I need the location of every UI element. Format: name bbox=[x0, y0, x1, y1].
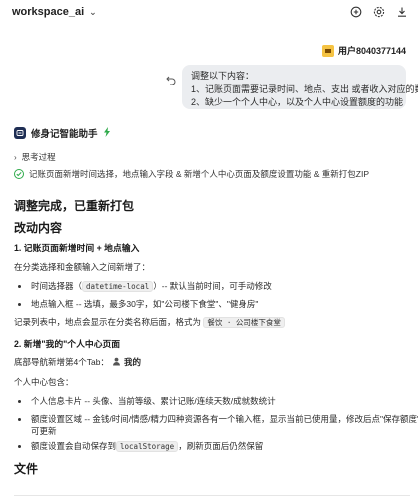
paragraph: 底部导航新增第4个Tab： 我的 bbox=[14, 356, 141, 368]
list-item: 个人信息卡片 -- 头像、当前等级、累计记账/连续天数/成就数统计 bbox=[14, 395, 276, 407]
workspace-selector[interactable]: workspace_ai ⌄ bbox=[12, 6, 97, 18]
user-message-bubble: 调整以下内容： 1、记账页面需要记录时间、地点、支出 或者收入对应的数目 2、缺… bbox=[182, 65, 418, 109]
person-icon bbox=[112, 357, 121, 368]
chevron-right-icon: › bbox=[14, 152, 17, 162]
list-text: ，刷新页面后仍然保留 bbox=[178, 441, 264, 451]
list-text: 额度设置区域 -- 金钱/时间/情感/精力四种资源各有一个输入框，显示当前已使用… bbox=[31, 414, 418, 424]
paragraph: 个人中心包含： bbox=[14, 377, 74, 387]
list-text-continued: 可更新 bbox=[31, 426, 57, 436]
workspace-name: workspace_ai bbox=[12, 6, 85, 18]
agent-name: 修身记智能助手 bbox=[31, 129, 98, 140]
message-line: 1、记账页面需要记录时间、地点、支出 或者收入对应的数目 bbox=[191, 84, 418, 94]
list-item: 地点输入框 -- 选填，最多30字，如"公司楼下食堂"、"健身房" bbox=[14, 298, 258, 310]
response-title: 调整完成，已重新打包 bbox=[14, 199, 135, 213]
new-chat-icon[interactable] bbox=[349, 5, 362, 18]
chevron-down-icon: ⌄ bbox=[89, 6, 97, 17]
subheading-1: 1. 记账页面新增时间 + 地点输入 bbox=[14, 243, 140, 253]
list-item: 额度设置会自动保存到 localStorage ，刷新页面后仍然保留 bbox=[14, 440, 263, 452]
list-text: 地点输入框 -- 选填，最多30字，如"公司楼下食堂"、"健身房" bbox=[31, 299, 259, 309]
task-status: 记账页面新增时间选择，地点输入字段 & 新增个人中心页面及额度设置功能 & 重新… bbox=[14, 168, 369, 180]
tab-name: 我的 bbox=[123, 357, 141, 367]
section-heading-files: 文件 bbox=[14, 462, 39, 476]
subheading-2: 2. 新增"我的"个人中心页面 bbox=[14, 339, 121, 349]
inline-code: 餐饮 · 公司楼下食堂 bbox=[203, 317, 285, 328]
list-item: 时间选择器（ datetime-local ）-- 默认当前时间，可手动修改 bbox=[14, 280, 272, 292]
user-name: 用户8040377144 bbox=[337, 46, 406, 56]
list-text: ）-- 默认当前时间，可手动修改 bbox=[153, 281, 272, 291]
user-info: 用户8040377144 bbox=[321, 44, 406, 57]
list-item: 额度设置区域 -- 金钱/时间/情感/精力四种资源各有一个输入框，显示当前已使用… bbox=[14, 413, 418, 425]
inline-code: localStorage bbox=[116, 440, 179, 452]
paragraph-text: 记录列表中，地点会显示在分类名称后面，格式为 bbox=[14, 317, 202, 327]
agent-logo-icon bbox=[14, 127, 26, 139]
section-heading-changes: 改动内容 bbox=[14, 221, 63, 235]
settings-icon[interactable] bbox=[372, 5, 385, 18]
message-line: 2、缺少一个个人中心，以及个人中心设置额度的功能 bbox=[191, 97, 404, 107]
paragraph: 记录列表中，地点会显示在分类名称后面，格式为 餐饮 · 公司楼下食堂 bbox=[14, 316, 285, 328]
inline-code: datetime-local bbox=[82, 280, 154, 292]
agent-header: 修身记智能助手 bbox=[14, 124, 111, 142]
thinking-label: 思考过程 bbox=[21, 152, 56, 162]
check-circle-icon bbox=[14, 169, 24, 179]
thinking-toggle[interactable]: › 思考过程 bbox=[14, 150, 56, 164]
message-line: 调整以下内容： bbox=[191, 71, 255, 81]
divider bbox=[14, 495, 410, 496]
paragraph: 在分类选择和金额输入之间新增了： bbox=[14, 262, 151, 272]
top-bar: workspace_ai ⌄ bbox=[0, 0, 418, 26]
list-text: 额度设置会自动保存到 bbox=[31, 441, 117, 451]
download-icon[interactable] bbox=[395, 5, 408, 18]
status-text: 记账页面新增时间选择，地点输入字段 & 新增个人中心页面及额度设置功能 & 重新… bbox=[29, 169, 370, 179]
list-text: 个人信息卡片 -- 头像、当前等级、累计记账/连续天数/成就数统计 bbox=[31, 396, 276, 406]
undo-icon[interactable] bbox=[166, 72, 176, 86]
avatar bbox=[321, 44, 334, 57]
lightning-icon bbox=[103, 124, 111, 142]
list-text: 时间选择器（ bbox=[31, 281, 83, 291]
paragraph-text: 底部导航新增第4个Tab： bbox=[14, 357, 109, 367]
